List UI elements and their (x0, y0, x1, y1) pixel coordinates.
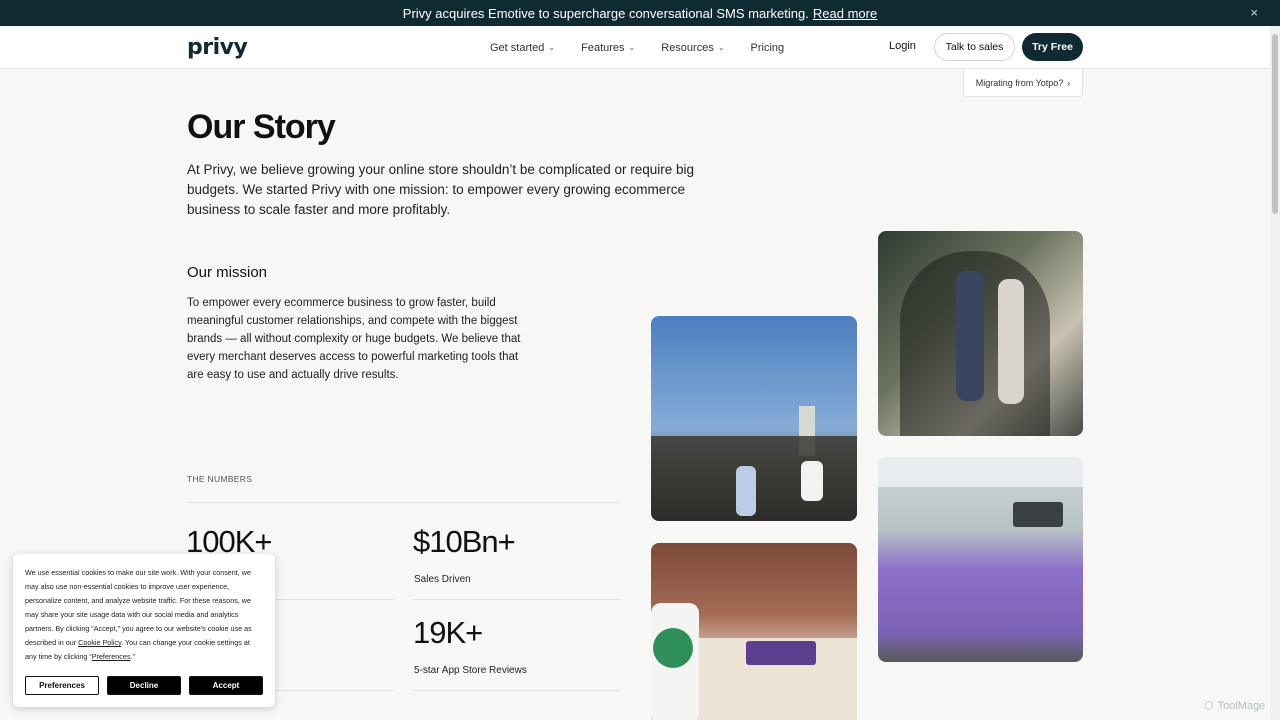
scrollbar-thumb[interactable] (1272, 34, 1278, 214)
watermark-icon: ⬡ (1204, 700, 1214, 712)
watermark: ⬡ ToolMage (1204, 699, 1266, 713)
team-group-purple-photo (878, 457, 1083, 662)
office-bottle-photo (651, 543, 857, 720)
divider (187, 502, 620, 503)
stat-label: 5-star App Store Reviews (414, 665, 527, 676)
team-doorway-photo (878, 231, 1083, 436)
menu-label: Pricing (750, 41, 785, 54)
cookie-text-part: .” (130, 652, 135, 661)
stat-label: Sales Driven (414, 574, 471, 585)
accept-button[interactable]: Accept (189, 676, 263, 695)
stat-value: $10Bn+ (413, 524, 516, 559)
chevron-down-icon: ⌄ (548, 43, 556, 52)
page-scrollbar[interactable] (1270, 26, 1280, 720)
announcement-bar: Privy acquires Emotive to supercharge co… (0, 0, 1280, 26)
numbers-label: THE NUMBERS (187, 474, 253, 484)
migrating-label: Migrating from Yotpo? (975, 77, 1064, 88)
watermark-text: ToolMage (1217, 699, 1266, 712)
cookie-policy-link[interactable]: Cookie Policy (78, 638, 121, 647)
chevron-right-icon: › (1067, 77, 1071, 88)
menu-item-get-started[interactable]: Get started ⌄ (490, 42, 555, 54)
mission-heading: Our mission (187, 264, 268, 281)
preferences-link[interactable]: Preferences (92, 652, 131, 661)
team-rooftop-photo (651, 316, 857, 521)
divider (414, 690, 620, 691)
menu-item-resources[interactable]: Resources ⌄ (661, 42, 724, 54)
cookie-banner: We use essential cookies to make our sit… (13, 554, 275, 707)
main-menu: Get started ⌄ Features ⌄ Resources ⌄ Pricin… (490, 26, 784, 69)
intro-text: At Privy, we believe growing your online… (187, 162, 695, 217)
cookie-buttons: Preferences Decline Accept (25, 676, 263, 695)
try-free-button[interactable]: Try Free (1022, 33, 1083, 61)
talk-to-sales-button[interactable]: Talk to sales (934, 33, 1015, 61)
top-nav: privy Get started ⌄ Features ⌄ Resources ⌄ … (0, 26, 1270, 69)
menu-label: Get started (490, 41, 545, 54)
menu-label: Resources (661, 41, 714, 54)
page-title: Our Story (187, 108, 336, 146)
migrating-from-yotpo-link[interactable]: Migrating from Yotpo? › (963, 69, 1083, 97)
decline-button[interactable]: Decline (107, 676, 181, 695)
mission-text: To empower every ecommerce business to g… (187, 297, 521, 381)
announcement-text: Privy acquires Emotive to supercharge co… (402, 5, 809, 21)
chevron-down-icon: ⌄ (628, 43, 636, 52)
menu-item-features[interactable]: Features ⌄ (581, 42, 635, 54)
stat-value: 19K+ (413, 615, 483, 650)
read-more-link[interactable]: Read more (813, 6, 877, 21)
preferences-button[interactable]: Preferences (25, 676, 99, 695)
login-link[interactable]: Login (889, 40, 916, 52)
close-icon[interactable]: × (1250, 5, 1258, 20)
cookie-text: We use essential cookies to make our sit… (25, 566, 263, 664)
divider (414, 599, 620, 600)
cookie-text-part: We use essential cookies to make our sit… (25, 568, 252, 647)
menu-label: Features (581, 41, 625, 54)
privy-logo[interactable]: privy (187, 35, 248, 60)
chevron-down-icon: ⌄ (717, 43, 725, 52)
menu-item-pricing[interactable]: Pricing (751, 42, 785, 54)
